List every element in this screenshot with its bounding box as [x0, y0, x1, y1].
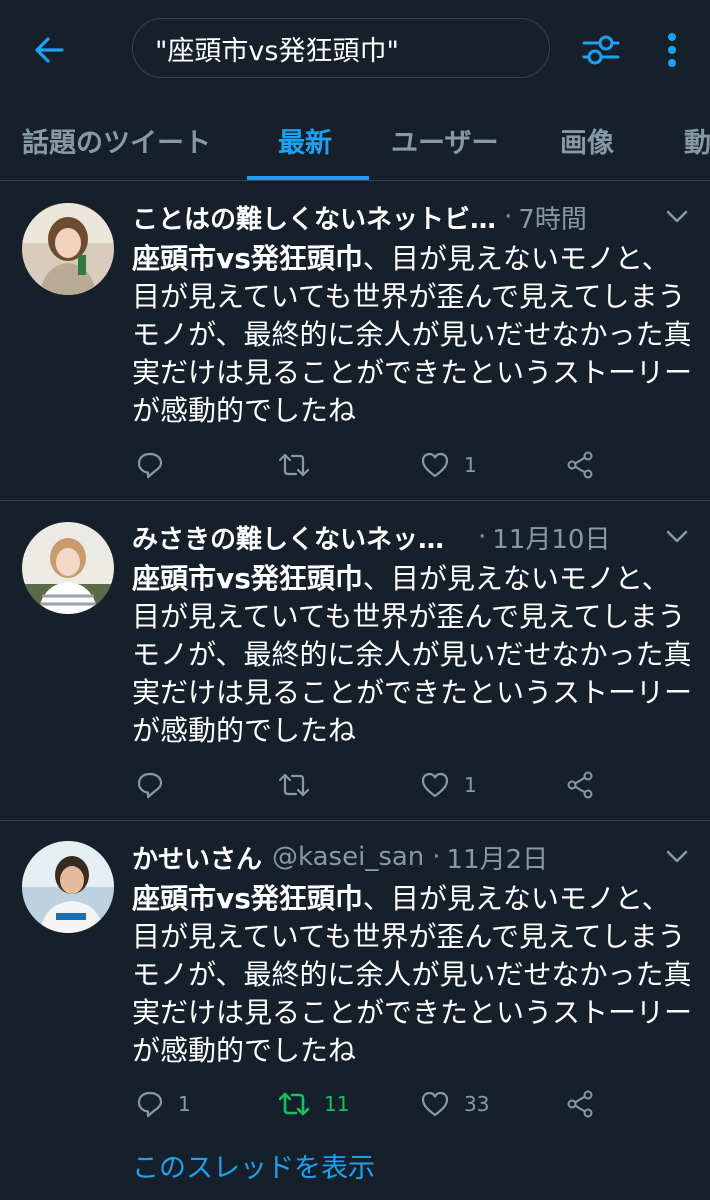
reply-button[interactable]: [136, 765, 178, 805]
tweet-highlight: 座頭市vs発狂頭巾: [132, 562, 363, 595]
tweet-actions: 1: [132, 765, 672, 805]
tab-people[interactable]: ユーザー: [391, 100, 498, 180]
tweet-menu-button[interactable]: [662, 522, 692, 552]
search-input[interactable]: "座頭市vs発狂頭巾": [132, 18, 550, 78]
retweet-icon: [278, 773, 310, 797]
tab-top-tweets[interactable]: 話題のツイート: [22, 100, 211, 180]
chevron-down-icon: [666, 210, 688, 223]
like-button[interactable]: 33: [420, 1084, 489, 1124]
separator-dot: ·: [432, 842, 441, 872]
tab-videos[interactable]: 動: [684, 100, 710, 180]
tweet-time[interactable]: 11月2日: [447, 839, 549, 876]
reply-icon: [137, 452, 163, 479]
tweet-text: 座頭市vs発狂頭巾、目が見えないモノと、目が見えていても世界が歪んで見えてしまう…: [132, 240, 692, 430]
retweet-icon: [278, 1092, 310, 1116]
like-button[interactable]: 1: [420, 765, 477, 805]
separator-dot: ·: [504, 202, 513, 232]
back-arrow-icon: [35, 37, 64, 63]
avatar[interactable]: [22, 841, 114, 933]
tweet-time[interactable]: 11月10日: [492, 519, 610, 556]
reply-icon: [137, 1091, 163, 1118]
more-vertical-icon: [668, 33, 676, 67]
tweet-header: みさきの難しくないネッ… · 11月10日: [132, 519, 610, 555]
share-button[interactable]: [566, 1084, 594, 1124]
like-count: 1: [464, 453, 477, 477]
show-thread-link[interactable]: このスレッドを表示: [132, 1146, 375, 1185]
separator-dot: ·: [478, 522, 487, 552]
tweet-header: かせいさん @kasei_san · 11月2日: [132, 839, 548, 875]
tweet-text: 座頭市vs発狂頭巾、目が見えないモノと、目が見えていても世界が歪んで見えてしまう…: [132, 560, 692, 750]
reply-button[interactable]: [136, 445, 178, 485]
tab-photos[interactable]: 画像: [560, 100, 614, 180]
retweet-button[interactable]: [278, 765, 324, 805]
like-icon: [421, 452, 449, 478]
search-query: "座頭市vs発狂頭巾": [155, 35, 399, 67]
tweet[interactable]: みさきの難しくないネッ… · 11月10日 座頭市vs発狂頭巾、目が見えないモノ…: [0, 501, 710, 821]
share-icon: [567, 771, 593, 799]
tweet-menu-button[interactable]: [662, 202, 692, 232]
tweet-actions: 1: [132, 445, 672, 485]
retweet-button[interactable]: [278, 445, 324, 485]
share-button[interactable]: [566, 445, 594, 485]
tweet-highlight: 座頭市vs発狂頭巾: [132, 242, 363, 275]
tweet-time[interactable]: 7時間: [518, 199, 587, 236]
chevron-down-icon: [666, 850, 688, 863]
reply-icon: [137, 772, 163, 799]
avatar[interactable]: [22, 522, 114, 614]
display-name[interactable]: かせいさん: [132, 839, 262, 876]
share-button[interactable]: [566, 765, 594, 805]
chevron-down-icon: [666, 530, 688, 543]
like-count: 1: [464, 773, 477, 797]
active-tab-indicator: [247, 176, 369, 180]
avatar[interactable]: [22, 203, 114, 295]
filter-icon: [582, 35, 620, 65]
retweet-icon: [278, 453, 310, 477]
search-filter-button[interactable]: [576, 26, 626, 74]
like-icon: [421, 1091, 449, 1117]
tab-latest[interactable]: 最新: [278, 100, 332, 180]
reply-button[interactable]: 1: [136, 1084, 191, 1124]
tweet-highlight: 座頭市vs発狂頭巾: [132, 882, 363, 915]
tweet-text: 座頭市vs発狂頭巾、目が見えないモノと、目が見えていても世界が歪んで見えてしまう…: [132, 880, 692, 1070]
tweet-header: ことはの難しくないネットビ… · 7時間: [132, 199, 587, 235]
retweet-button[interactable]: 11: [278, 1084, 349, 1124]
tweet[interactable]: かせいさん @kasei_san · 11月2日 座頭市vs発狂頭巾、目が見えな…: [0, 821, 710, 1200]
share-icon: [567, 451, 593, 479]
more-options-button[interactable]: [654, 26, 690, 74]
search-tabs: 話題のツイート 最新 ユーザー 画像 動: [0, 100, 710, 181]
tweet[interactable]: ことはの難しくないネットビ… · 7時間 座頭市vs発狂頭巾、目が見えないモノと…: [0, 181, 710, 501]
tweet-actions: 1 11 33: [132, 1084, 672, 1124]
display-name[interactable]: ことはの難しくないネットビ…: [132, 199, 496, 236]
share-icon: [567, 1090, 593, 1118]
like-icon: [421, 772, 449, 798]
user-handle[interactable]: @kasei_san: [272, 842, 424, 872]
like-button[interactable]: 1: [420, 445, 477, 485]
display-name[interactable]: みさきの難しくないネッ…: [132, 519, 444, 556]
tweet-menu-button[interactable]: [662, 842, 692, 872]
reply-count: 1: [178, 1092, 191, 1116]
top-bar: "座頭市vs発狂頭巾": [0, 0, 710, 100]
like-count: 33: [464, 1092, 490, 1116]
retweet-count: 11: [324, 1092, 350, 1116]
back-button[interactable]: [22, 26, 76, 74]
